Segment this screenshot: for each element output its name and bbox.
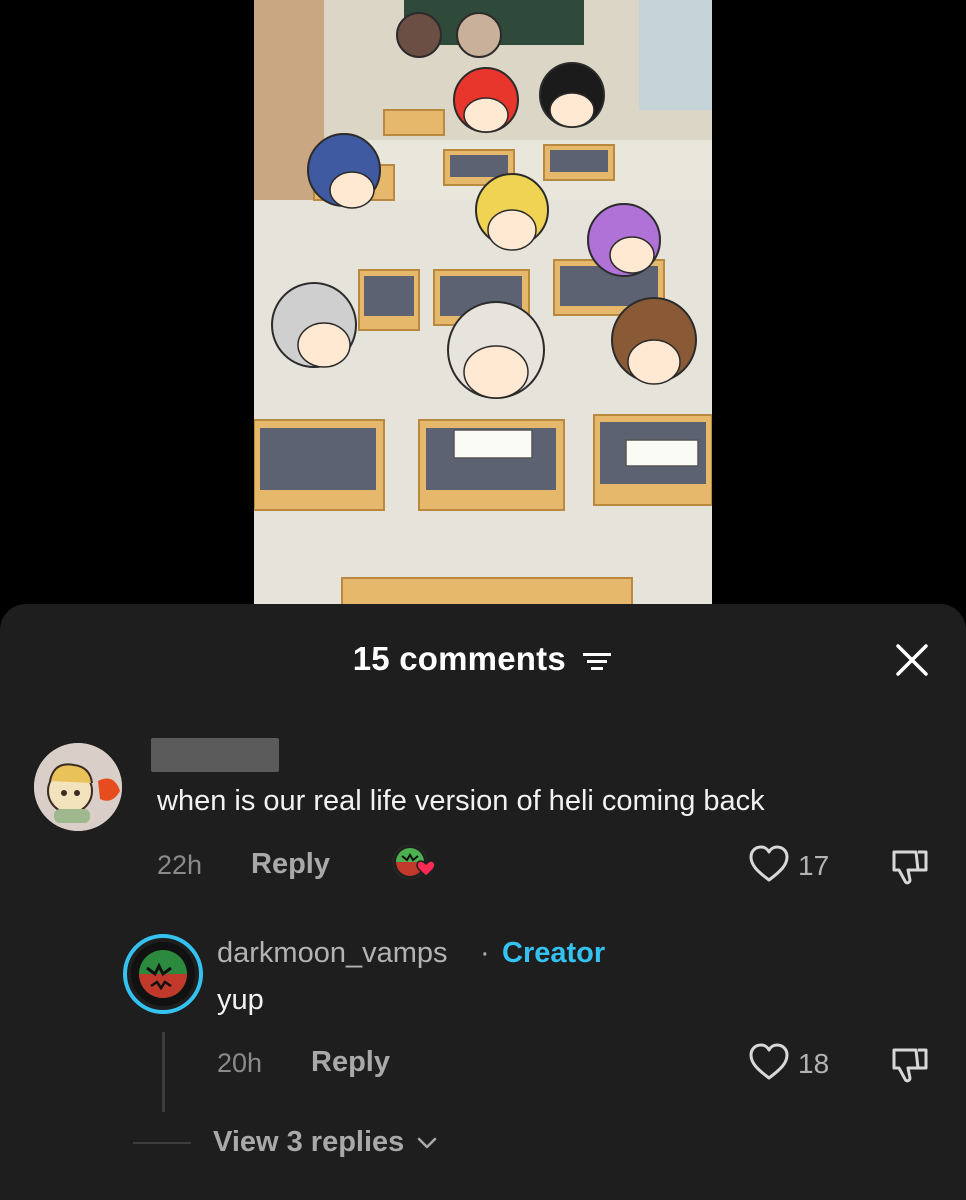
creator-avatar bbox=[131, 942, 195, 1006]
reply-button[interactable]: Reply bbox=[251, 848, 330, 881]
view-replies-divider bbox=[133, 1142, 191, 1144]
creator-avatar-ring[interactable] bbox=[123, 934, 203, 1014]
comments-count-title: 15 comments bbox=[352, 640, 566, 677]
creator-liked-badge-icon bbox=[392, 844, 436, 880]
commenter-avatar[interactable] bbox=[34, 743, 122, 831]
like-count: 17 bbox=[798, 850, 830, 881]
avatar-image bbox=[34, 743, 122, 831]
comments-sheet: 15 comments when is our real life versio… bbox=[0, 604, 966, 1200]
video-frame[interactable] bbox=[254, 0, 712, 604]
chevron-down-icon bbox=[418, 1138, 437, 1149]
creator-badge: Creator bbox=[502, 937, 606, 969]
close-icon[interactable] bbox=[892, 640, 932, 680]
reply-button[interactable]: Reply bbox=[311, 1046, 390, 1079]
view-replies-button[interactable]: View 3 replies bbox=[213, 1126, 438, 1159]
heart-outline-icon[interactable] bbox=[747, 1040, 791, 1084]
video-player[interactable] bbox=[0, 0, 966, 604]
reply-text: yup bbox=[217, 984, 264, 1016]
classroom-illustration bbox=[254, 0, 712, 604]
thumbs-down-icon[interactable] bbox=[888, 1042, 932, 1086]
comment-timestamp: 22h bbox=[157, 850, 203, 880]
reply-username[interactable]: darkmoon_vamps bbox=[217, 937, 448, 970]
redacted-username bbox=[151, 738, 279, 772]
sort-lines-icon[interactable] bbox=[581, 650, 613, 672]
reply-timestamp: 20h bbox=[217, 1048, 263, 1078]
comment-text: when is our real life version of heli co… bbox=[157, 785, 765, 817]
name-separator: · bbox=[480, 937, 490, 969]
thread-line bbox=[162, 1032, 165, 1112]
view-replies-label: View 3 replies bbox=[213, 1126, 405, 1158]
like-count: 18 bbox=[798, 1048, 830, 1079]
thumbs-down-icon[interactable] bbox=[888, 844, 932, 888]
comments-header: 15 comments bbox=[0, 640, 966, 678]
heart-outline-icon[interactable] bbox=[747, 842, 791, 886]
avatar-image bbox=[131, 942, 195, 1006]
